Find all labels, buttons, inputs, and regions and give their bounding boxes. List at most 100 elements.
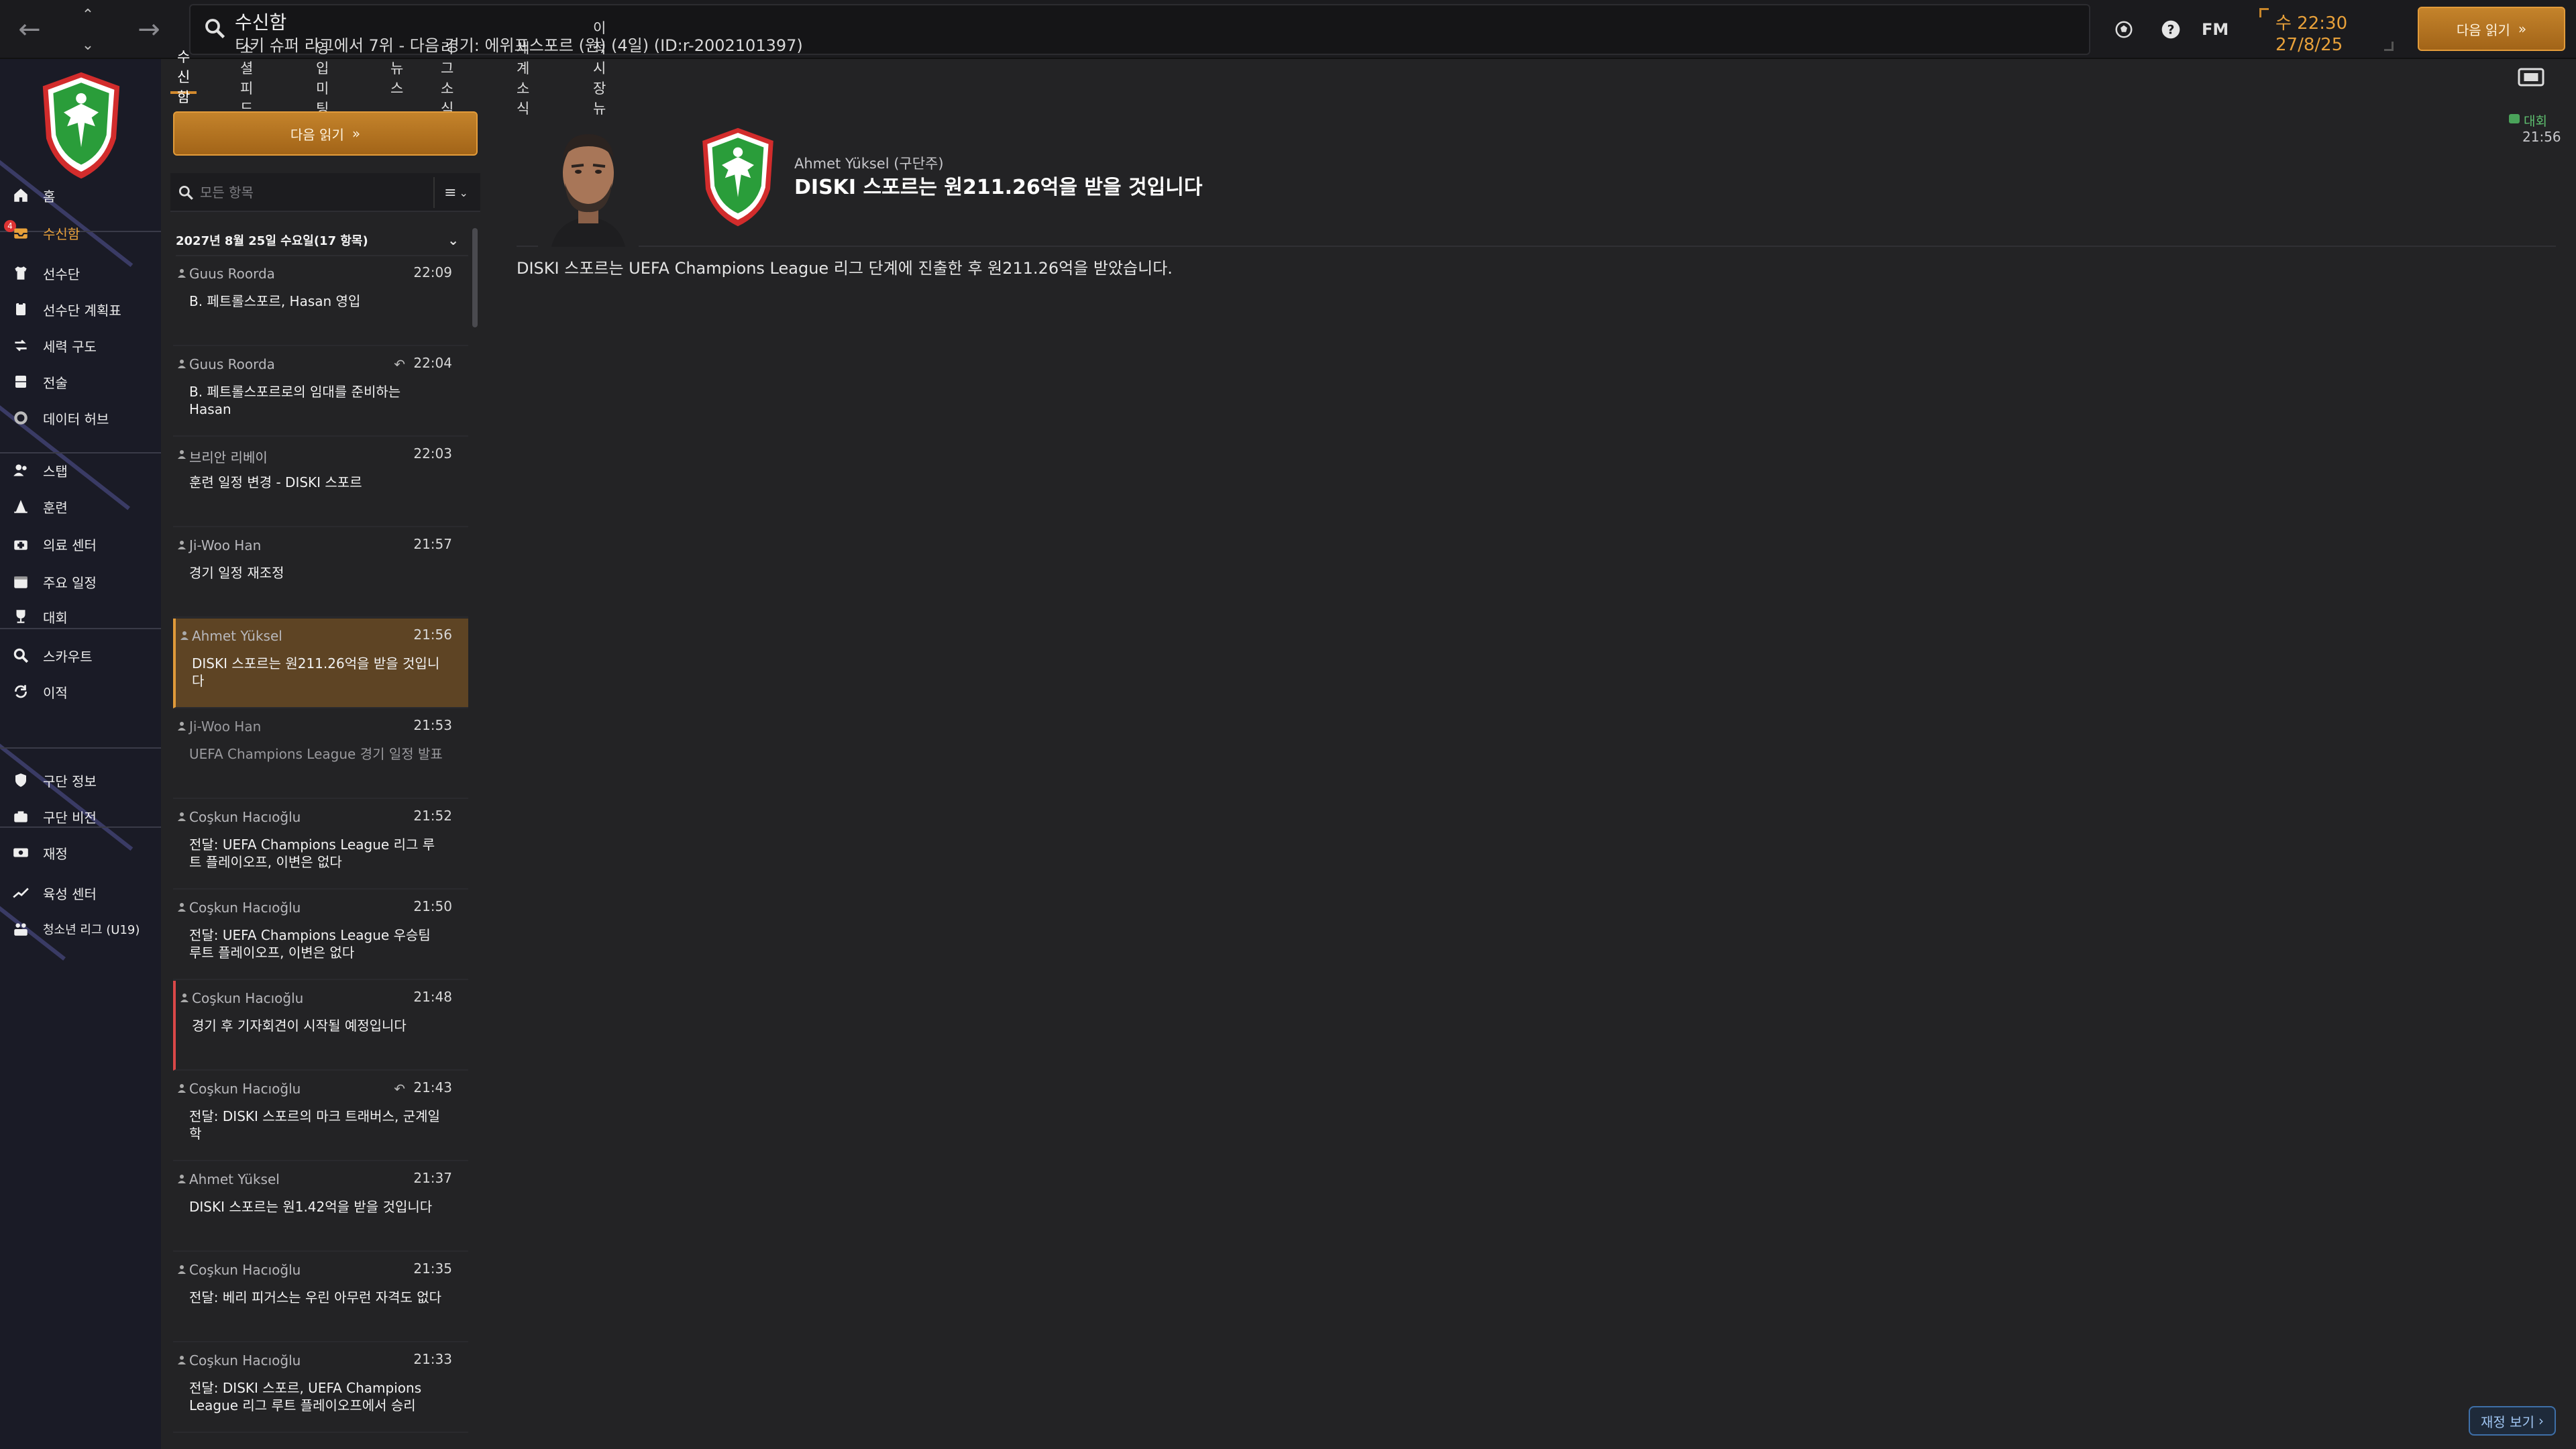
list-scrollbar[interactable] [472, 228, 478, 327]
message-row[interactable]: 브리안 리베이 22:03 훈련 일정 변경 - DISKI 스포르 [173, 437, 468, 527]
shield-icon [11, 770, 31, 790]
sidebar-item-squad-planner[interactable]: 선수단 계획표 [0, 294, 161, 325]
chevron-up-icon[interactable]: ⌃ [82, 7, 94, 23]
chevron-right-icon: › [2538, 1413, 2544, 1429]
sidebar-item-staff[interactable]: 스탭 [0, 455, 161, 486]
message-row[interactable]: Coşkun Hacıoğlu 21:52 전달: UEFA Champions L… [173, 800, 468, 890]
sidebar-item-youth-league[interactable]: 청소년 리그 (U19) [0, 914, 161, 945]
sender-portrait[interactable] [538, 119, 639, 247]
sidebar-item-squad[interactable]: 선수단 [0, 258, 161, 288]
tactics-board-icon [11, 372, 31, 392]
message-sender: Ji-Woo Han [189, 537, 262, 553]
sidebar-item-competitions[interactable]: 대회 [0, 601, 161, 632]
person-icon [178, 903, 186, 912]
sidebar-item-label: 홈 [43, 188, 56, 205]
transfer-arrows-icon [11, 682, 31, 702]
tab-news[interactable]: 뉴스 [384, 60, 410, 97]
tab-league-news[interactable]: 리그 소식 [434, 40, 460, 117]
tab-recruitment-meetings[interactable]: 영입 미팅 [309, 40, 335, 117]
corner-decoration [2384, 42, 2394, 51]
message-row[interactable]: Ji-Woo Han 21:53 UEFA Champions League 경기 … [173, 709, 468, 799]
sidebar-item-finance[interactable]: 재정 [0, 837, 161, 868]
message-subject: DISKI 스포르는 원1.42억을 받을 것입니다 [189, 1199, 433, 1215]
sidebar-item-data-hub[interactable]: 데이터 허브 [0, 402, 161, 433]
message-row[interactable]: Coşkun Hacıoğlu 21:48 경기 후 기자회견이 시작될 예정입니다 [173, 981, 468, 1071]
message-row[interactable]: Coşkun Hacıoğlu 21:33 전달: DISKI 스포르, UEFA … [173, 1343, 468, 1433]
sidebar-item-tactics[interactable]: 전술 [0, 366, 161, 397]
chevron-down-icon: ⌄ [459, 186, 468, 199]
message-time: 21:37 [413, 1170, 452, 1186]
sidebar-item-scouting[interactable]: 스카우트 [0, 640, 161, 671]
sidebar-item-medical[interactable]: 의료 센터 [0, 529, 161, 559]
game-datetime[interactable]: 수 22:30 27/8/25 [2259, 5, 2394, 55]
sidebar-item-label: 스탭 [43, 463, 68, 480]
sidebar: 홈 4 수신함 선수단 선수단 계획표 세력 구도 전술 데이터 허브 스탭 훈… [0, 59, 161, 1449]
sidebar-item-dynamics[interactable]: 세력 구도 [0, 330, 161, 361]
message-row[interactable]: Coşkun Hacıoğlu ↶ 21:43 전달: DISKI 스포르의 마크 트… [173, 1071, 468, 1161]
sidebar-item-training[interactable]: 훈련 [0, 491, 161, 522]
message-row[interactable]: Guus Roorda 22:09 B. 페트롤스포르, Hasan 영입 [173, 256, 468, 346]
person-icon [178, 269, 186, 278]
tab-world-news[interactable]: 세계 소식 [510, 40, 536, 117]
sidebar-item-club-vision[interactable]: 구단 비전 [0, 801, 161, 832]
person-icon [178, 360, 186, 368]
continue-button[interactable]: 다음 읽기 » [173, 111, 478, 156]
fm-menu-button[interactable]: FM [2202, 20, 2229, 39]
message-time: 22:04 [413, 355, 452, 371]
sidebar-item-club-info[interactable]: 구단 정보 [0, 765, 161, 796]
message-sender: Ahmet Yüksel [192, 628, 282, 644]
tab-inbox[interactable]: 수신함 [170, 49, 197, 105]
message-row[interactable]: Coşkun Hacıoğlu 21:50 전달: UEFA Champions L… [173, 890, 468, 980]
message-subject: 경기 일정 재조정 [189, 565, 284, 581]
sidebar-item-label: 세력 구도 [43, 338, 97, 355]
match-ball-icon[interactable] [2109, 15, 2139, 44]
tab-social-feed[interactable]: 소셜 피드 [233, 40, 260, 117]
detail-subject: DISKI 스포르는 원211.26억을 받을 것입니다 [794, 176, 1203, 199]
filter-dropdown-button[interactable]: ≡ ⌄ [433, 177, 478, 208]
sidebar-item-label: 주요 일정 [43, 574, 97, 591]
message-row[interactable]: Ji-Woo Han 21:57 경기 일정 재조정 [173, 528, 468, 618]
date-group-header[interactable]: 2027년 8월 25일 수요일(17 항목) ⌄ [176, 225, 468, 256]
sidebar-item-label: 데이터 허브 [43, 411, 109, 427]
tab-transfer-news[interactable]: 이적 시장 뉴스 [586, 20, 612, 137]
message-sender: Coşkun Hacıoğlu [189, 809, 301, 825]
competition-tag[interactable]: 대회 [2509, 111, 2547, 129]
shirt-icon [11, 263, 31, 283]
search-input[interactable] [200, 180, 428, 205]
training-cone-icon [11, 496, 31, 517]
message-subject: 경기 후 기자회견이 시작될 예정입니다 [192, 1018, 407, 1034]
sidebar-item-label: 재정 [43, 845, 68, 862]
chevron-down-icon[interactable]: ⌄ [82, 37, 94, 54]
person-icon [178, 1265, 186, 1274]
person-icon [178, 1175, 186, 1183]
screen-layout-icon[interactable] [2517, 66, 2545, 89]
game-date: 27/8/25 [2275, 35, 2343, 55]
sidebar-item-label: 육성 센터 [43, 885, 97, 902]
sidebar-item-schedule[interactable]: 주요 일정 [0, 566, 161, 597]
message-row[interactable]: Ahmet Yüksel 21:56 DISKI 스포르는 원211.26억을 받을… [173, 619, 468, 708]
view-finances-button[interactable]: 재정 보기 › [2469, 1406, 2556, 1436]
sidebar-item-home[interactable]: 홈 [0, 180, 161, 211]
club-crest-logo[interactable] [698, 123, 778, 231]
title-search-bar[interactable]: 수신함 티키 슈퍼 리그에서 7위 - 다음 경기: 에위프스포르 (원) (4… [189, 4, 2090, 55]
back-arrow-icon[interactable]: ← [9, 9, 50, 50]
vision-icon [11, 806, 31, 826]
forward-arrow-icon[interactable]: → [129, 9, 169, 50]
message-row[interactable]: Guus Roorda ↶ 22:04 B. 페트롤스포르로의 임대를 준비하는 Ha… [173, 347, 468, 437]
message-body: DISKI 스포르는 UEFA Champions League 리그 단계에 … [517, 259, 1173, 278]
club-crest-logo[interactable] [38, 68, 125, 182]
sidebar-item-inbox[interactable]: 4 수신함 [0, 217, 161, 248]
date-group-label: 2027년 8월 25일 수요일(17 항목) [176, 234, 368, 248]
help-icon[interactable]: ? [2156, 15, 2186, 44]
sidebar-item-transfers[interactable]: 이적 [0, 676, 161, 707]
sidebar-item-development-centre[interactable]: 육성 센터 [0, 877, 161, 908]
message-sender: Coşkun Hacıoğlu [189, 1262, 301, 1278]
person-icon [178, 1084, 186, 1093]
continue-button[interactable]: 다음 읽기 » [2418, 7, 2565, 51]
continue-button-label: 다음 읽기 [290, 126, 344, 143]
message-row[interactable]: Ahmet Yüksel 21:37 DISKI 스포르는 원1.42억을 받을 것… [173, 1162, 468, 1252]
message-time: 21:48 [413, 989, 452, 1005]
competition-tag-label: 대회 [2524, 114, 2547, 129]
message-row[interactable]: Coşkun Hacıoğlu 21:35 전달: 베리 피거스는 우린 아무런 자… [173, 1252, 468, 1342]
message-sender: Coşkun Hacıoğlu [189, 1081, 301, 1097]
